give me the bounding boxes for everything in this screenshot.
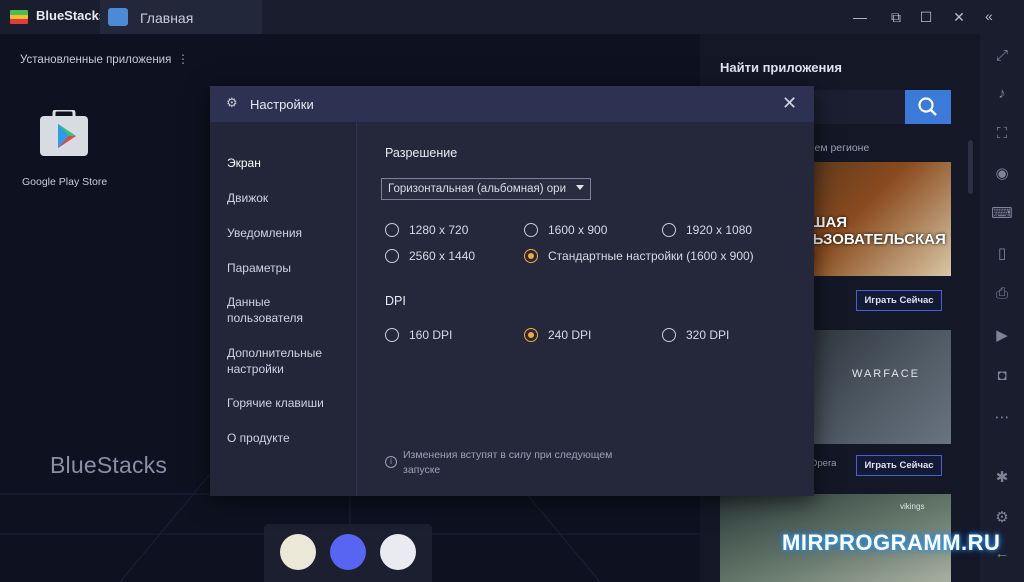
title-bar: BlueStacks Главная — ⧉ ☐ ✕ <box>0 0 1024 34</box>
keyboard-icon[interactable]: ⌨ <box>990 202 1014 226</box>
collapse-panel-icon[interactable]: « <box>985 8 993 24</box>
search-icon <box>918 97 937 116</box>
resolution-title: Разрешение <box>385 146 458 160</box>
radio-button[interactable] <box>385 223 399 237</box>
google-play-icon[interactable] <box>36 110 92 158</box>
volume-icon[interactable]: ♪ <box>990 82 1014 106</box>
more-icon[interactable]: ⋯ <box>990 406 1014 430</box>
radio-label: 1600 x 900 <box>548 223 608 237</box>
radio-button[interactable] <box>385 328 399 342</box>
radio-label: Стандартные настройки (1600 x 900) <box>548 249 754 263</box>
game-icon[interactable] <box>380 534 416 570</box>
nav-item-notifications[interactable]: Уведомления <box>227 225 302 241</box>
promo-banner-text: WARFACE <box>852 368 920 380</box>
orientation-value: Горизонтальная (альбомная) ори <box>388 183 566 195</box>
nav-item-parameters[interactable]: Параметры <box>227 260 291 276</box>
maximize-button[interactable]: ☐ <box>917 8 935 26</box>
nav-item-about[interactable]: О продукте <box>227 430 290 446</box>
gear-icon: ⚙ <box>226 95 238 110</box>
radio-label: 1280 x 720 <box>409 223 469 237</box>
nav-item-screen[interactable]: Экран <box>227 155 261 171</box>
radio-button[interactable] <box>662 223 676 237</box>
radio-label: 2560 x 1440 <box>409 249 476 263</box>
app-center-icon[interactable] <box>280 534 316 570</box>
home-icon <box>108 8 128 26</box>
radio-button[interactable] <box>524 223 538 237</box>
bluestacks-window: BlueStacks Главная — ⧉ ☐ ✕ « Установленн… <box>0 0 1024 582</box>
camera-icon[interactable]: ◘ <box>990 364 1014 388</box>
dpi-title: DPI <box>385 294 406 308</box>
minimize-button[interactable]: — <box>851 8 869 26</box>
nav-item-engine[interactable]: Движок <box>227 190 268 206</box>
nav-item-hotkeys[interactable]: Горячие клавиши <box>227 395 324 411</box>
fullscreen-icon[interactable]: ⤢ <box>990 44 1014 68</box>
radio-button[interactable] <box>524 328 538 342</box>
orientation-select[interactable]: Горизонтальная (альбомная) ори <box>381 178 591 200</box>
chevron-down-icon <box>576 185 584 190</box>
discord-icon[interactable] <box>330 534 366 570</box>
eye-icon[interactable]: ◉ <box>990 162 1014 186</box>
radio-button[interactable] <box>524 249 538 263</box>
app-label-google-play[interactable]: Google Play Store <box>22 176 107 188</box>
phone-icon[interactable]: ▯ <box>990 242 1014 266</box>
find-apps-title: Найти приложения <box>720 60 842 75</box>
nav-item-user-data[interactable]: Данные пользователя <box>227 294 337 326</box>
screen-record-icon[interactable]: ⛶ <box>990 122 1014 146</box>
nav-item-advanced[interactable]: Дополнительные настройки <box>227 345 345 377</box>
radio-label: 1920 x 1080 <box>686 223 753 237</box>
media-folder-icon[interactable]: ▶ <box>990 324 1014 348</box>
radio-label: 160 DPI <box>409 328 453 342</box>
close-icon[interactable]: ✕ <box>782 94 797 112</box>
tab-home[interactable]: Главная <box>100 0 262 34</box>
close-window-button[interactable]: ✕ <box>950 8 968 26</box>
settings-title: Настройки <box>250 97 314 112</box>
search-button[interactable] <box>905 90 951 124</box>
radio-label: 240 DPI <box>548 328 592 342</box>
restore-icon[interactable]: ⧉ <box>887 8 905 26</box>
app-dock <box>264 524 432 582</box>
play-now-button[interactable]: Играть Сейчас <box>856 290 942 311</box>
restart-note: Изменения вступят в силу при следующем з… <box>403 449 613 476</box>
lightbulb-icon[interactable]: ✱ <box>990 466 1014 490</box>
bluestacks-logo-icon <box>10 10 28 24</box>
info-icon: i <box>385 456 397 468</box>
tab-home-label: Главная <box>140 10 194 26</box>
more-options-icon[interactable]: ⋮ <box>177 52 189 66</box>
apk-install-icon[interactable]: ⎙ <box>990 282 1014 306</box>
site-watermark: MIRPROGRAMM.RU <box>782 530 1001 555</box>
bluestacks-watermark: BlueStacks <box>50 452 168 478</box>
radio-label: 320 DPI <box>686 328 730 342</box>
play-now-button[interactable]: Играть Сейчас <box>856 455 942 476</box>
radio-button[interactable] <box>385 249 399 263</box>
settings-content: Разрешение Горизонтальная (альбомная) ор… <box>357 122 814 496</box>
settings-dialog: ⚙ Настройки ✕ Экран Движок Уведомления П… <box>210 86 814 496</box>
promo-banner-text: vikings <box>900 502 925 511</box>
app-brand: BlueStacks <box>36 8 107 23</box>
right-toolbar: ⤢ ♪ ⛶ ◉ ⌨ ▯ ⎙ ▶ ◘ ⋯ ✱ ⚙ ← <box>980 34 1024 582</box>
radio-button[interactable] <box>662 328 676 342</box>
gear-icon[interactable]: ⚙ <box>990 506 1014 530</box>
settings-header: ⚙ Настройки ✕ <box>210 86 814 122</box>
installed-apps-title: Установленные приложения <box>20 54 172 66</box>
settings-nav: Экран Движок Уведомления Параметры Данны… <box>210 122 357 496</box>
panel-scrollbar[interactable] <box>968 140 973 194</box>
